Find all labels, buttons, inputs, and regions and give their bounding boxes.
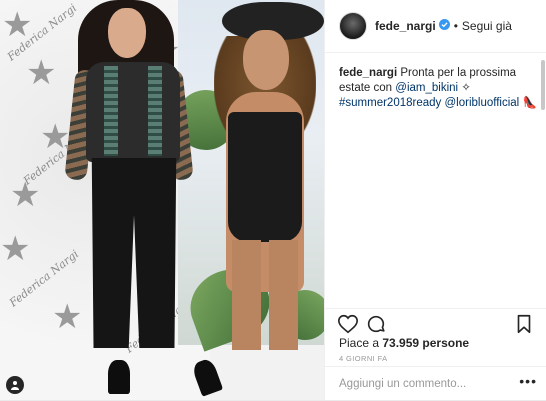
username-link[interactable]: fede_nargi [375,19,436,33]
model-lace-trim [148,66,162,156]
sparkle-emoji: ✧ [461,82,471,94]
poster-model-legs [232,240,298,350]
separator-dot: • [453,19,458,33]
likes-prefix: Piace a [339,336,380,350]
post-timestamp[interactable]: 4 GIORNI FA [339,354,388,363]
avatar[interactable] [339,12,367,40]
speech-bubble-icon [367,315,385,333]
instagram-post: ★ ★ ★ ★ ★ ★ ★ ★ ★ Federica Nargi Federic… [0,0,546,400]
hashtag-link[interactable]: #summer2018ready [339,97,441,109]
user-tag-button[interactable] [6,376,24,394]
post-caption: fede_nargi Pronta per la prossima estate… [339,66,537,111]
likes-suffix: persone [422,336,470,350]
poster-model-swimsuit [228,112,302,242]
likes-count[interactable]: Piace a 73.959 persone [339,336,469,350]
model-top [86,62,180,162]
likes-number: 73.959 [382,336,420,350]
star-icon: ★ [26,53,57,93]
mention-link[interactable]: @iam_bikini [395,82,458,94]
bookmark-icon [517,314,531,334]
user-tag-icon [11,381,19,390]
post-header: fede_nargi • Segui già [325,0,546,53]
like-button[interactable] [337,313,359,335]
model-shoe [108,360,130,394]
verified-badge-icon [438,17,450,35]
caption-username[interactable]: fede_nargi [339,67,397,79]
more-options-icon[interactable]: ••• [519,373,537,389]
comments-scrollbar[interactable] [541,60,545,110]
star-icon: ★ [52,297,83,337]
mention-link[interactable]: @loriblu​official [444,97,519,109]
comment-button[interactable] [365,313,387,335]
heart-outline-icon [338,314,358,334]
post-actions [325,308,546,339]
post-side-panel: fede_nargi • Segui già fede_nargi Pronta… [324,0,546,400]
model-face [108,8,146,58]
comment-bar: ••• [325,366,546,401]
heel-emoji: 👠 [522,97,537,109]
poster-model-face [243,30,289,90]
star-icon: ★ [0,229,31,269]
following-button[interactable]: Segui già [462,19,512,33]
model-lace-trim [104,66,118,156]
save-button[interactable] [513,313,535,335]
comment-input[interactable] [339,375,509,393]
post-photo[interactable]: ★ ★ ★ ★ ★ ★ ★ ★ ★ Federica Nargi Federic… [0,0,324,400]
